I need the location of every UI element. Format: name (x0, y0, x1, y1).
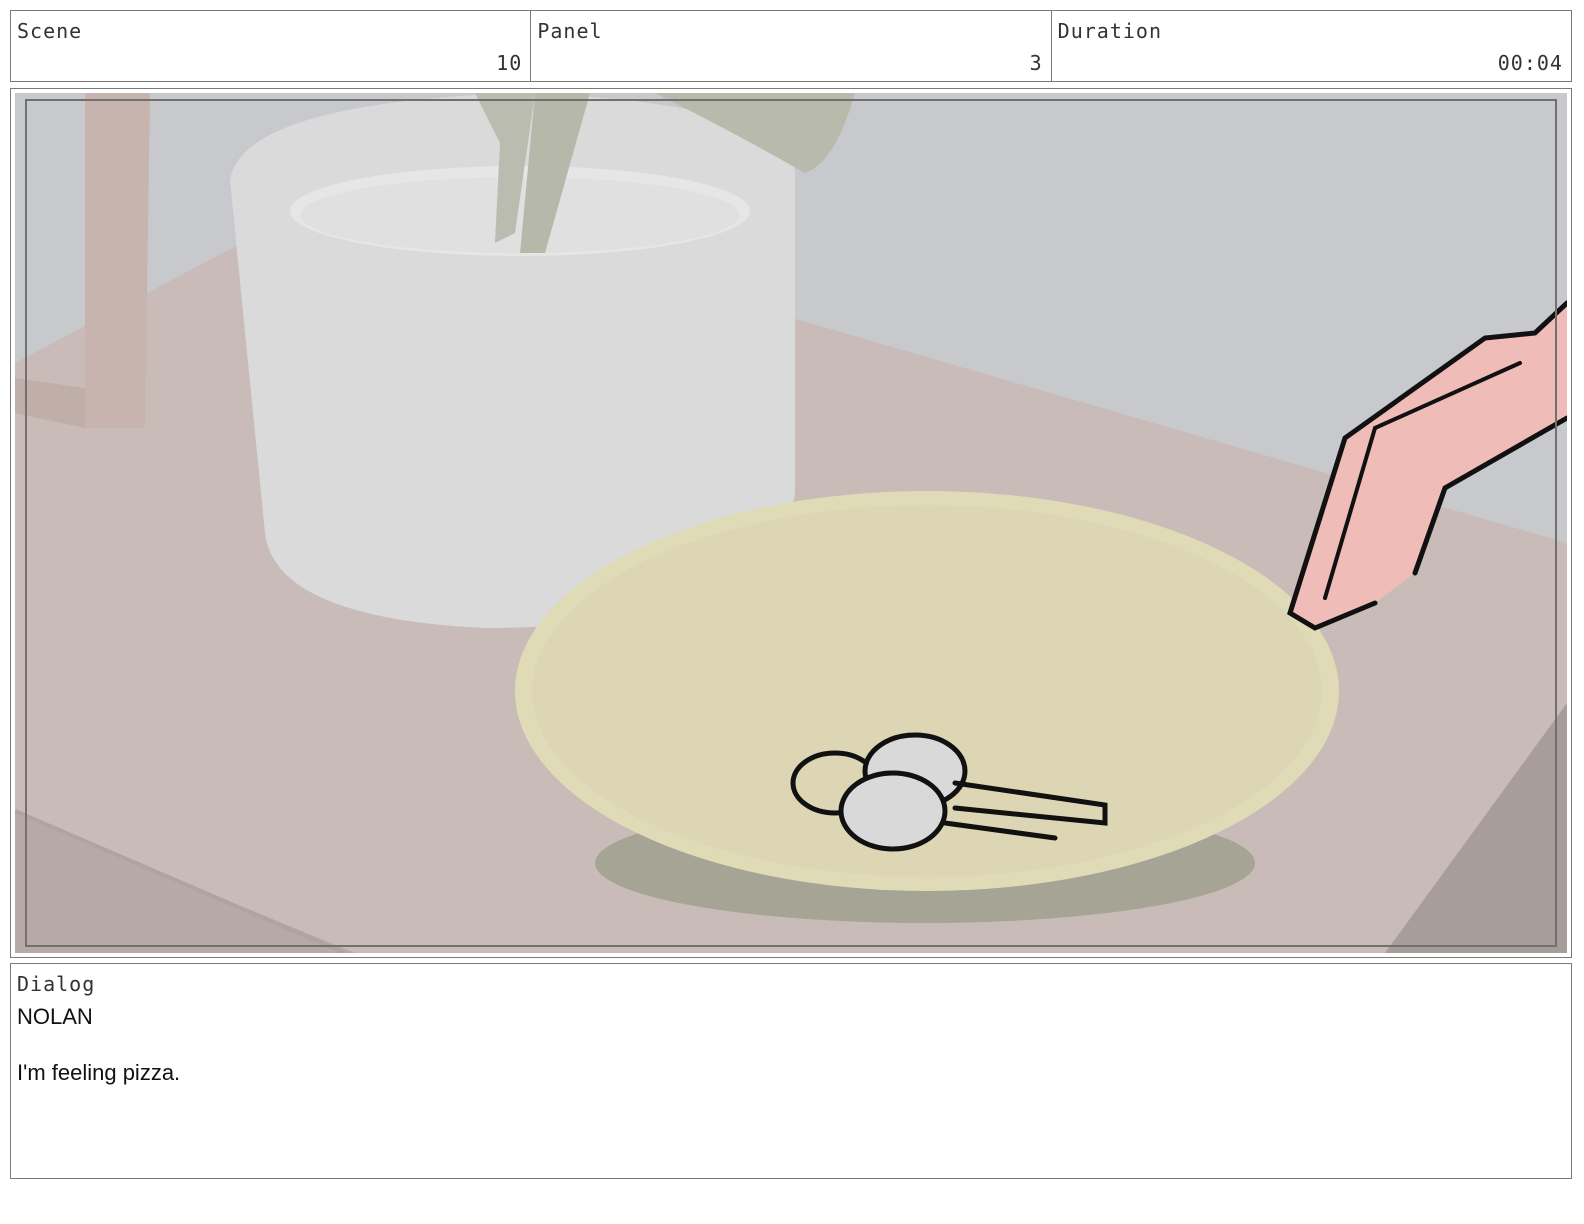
picture-frame (85, 93, 150, 428)
scene-number: 10 (496, 51, 523, 75)
panel-header: Scene 10 Panel 3 Duration 00:04 (10, 10, 1572, 82)
panel-number: 3 (1029, 51, 1043, 75)
storyboard-frame (10, 88, 1572, 958)
scene-cell: Scene 10 (11, 11, 532, 81)
dialog-box: Dialog NOLAN I'm feeling pizza. (10, 963, 1572, 1179)
duration-value: 00:04 (1497, 51, 1563, 75)
dialog-speaker: NOLAN (17, 1004, 93, 1029)
dialog-label: Dialog (17, 972, 96, 996)
panel-label: Panel (537, 19, 603, 43)
dialog-line: I'm feeling pizza. (17, 1060, 181, 1085)
scene-label: Scene (17, 19, 83, 43)
scene-illustration (15, 93, 1567, 953)
duration-cell: Duration 00:04 (1052, 11, 1571, 81)
panel-cell: Panel 3 (531, 11, 1052, 81)
frame-image (15, 93, 1567, 953)
duration-label: Duration (1057, 19, 1162, 43)
